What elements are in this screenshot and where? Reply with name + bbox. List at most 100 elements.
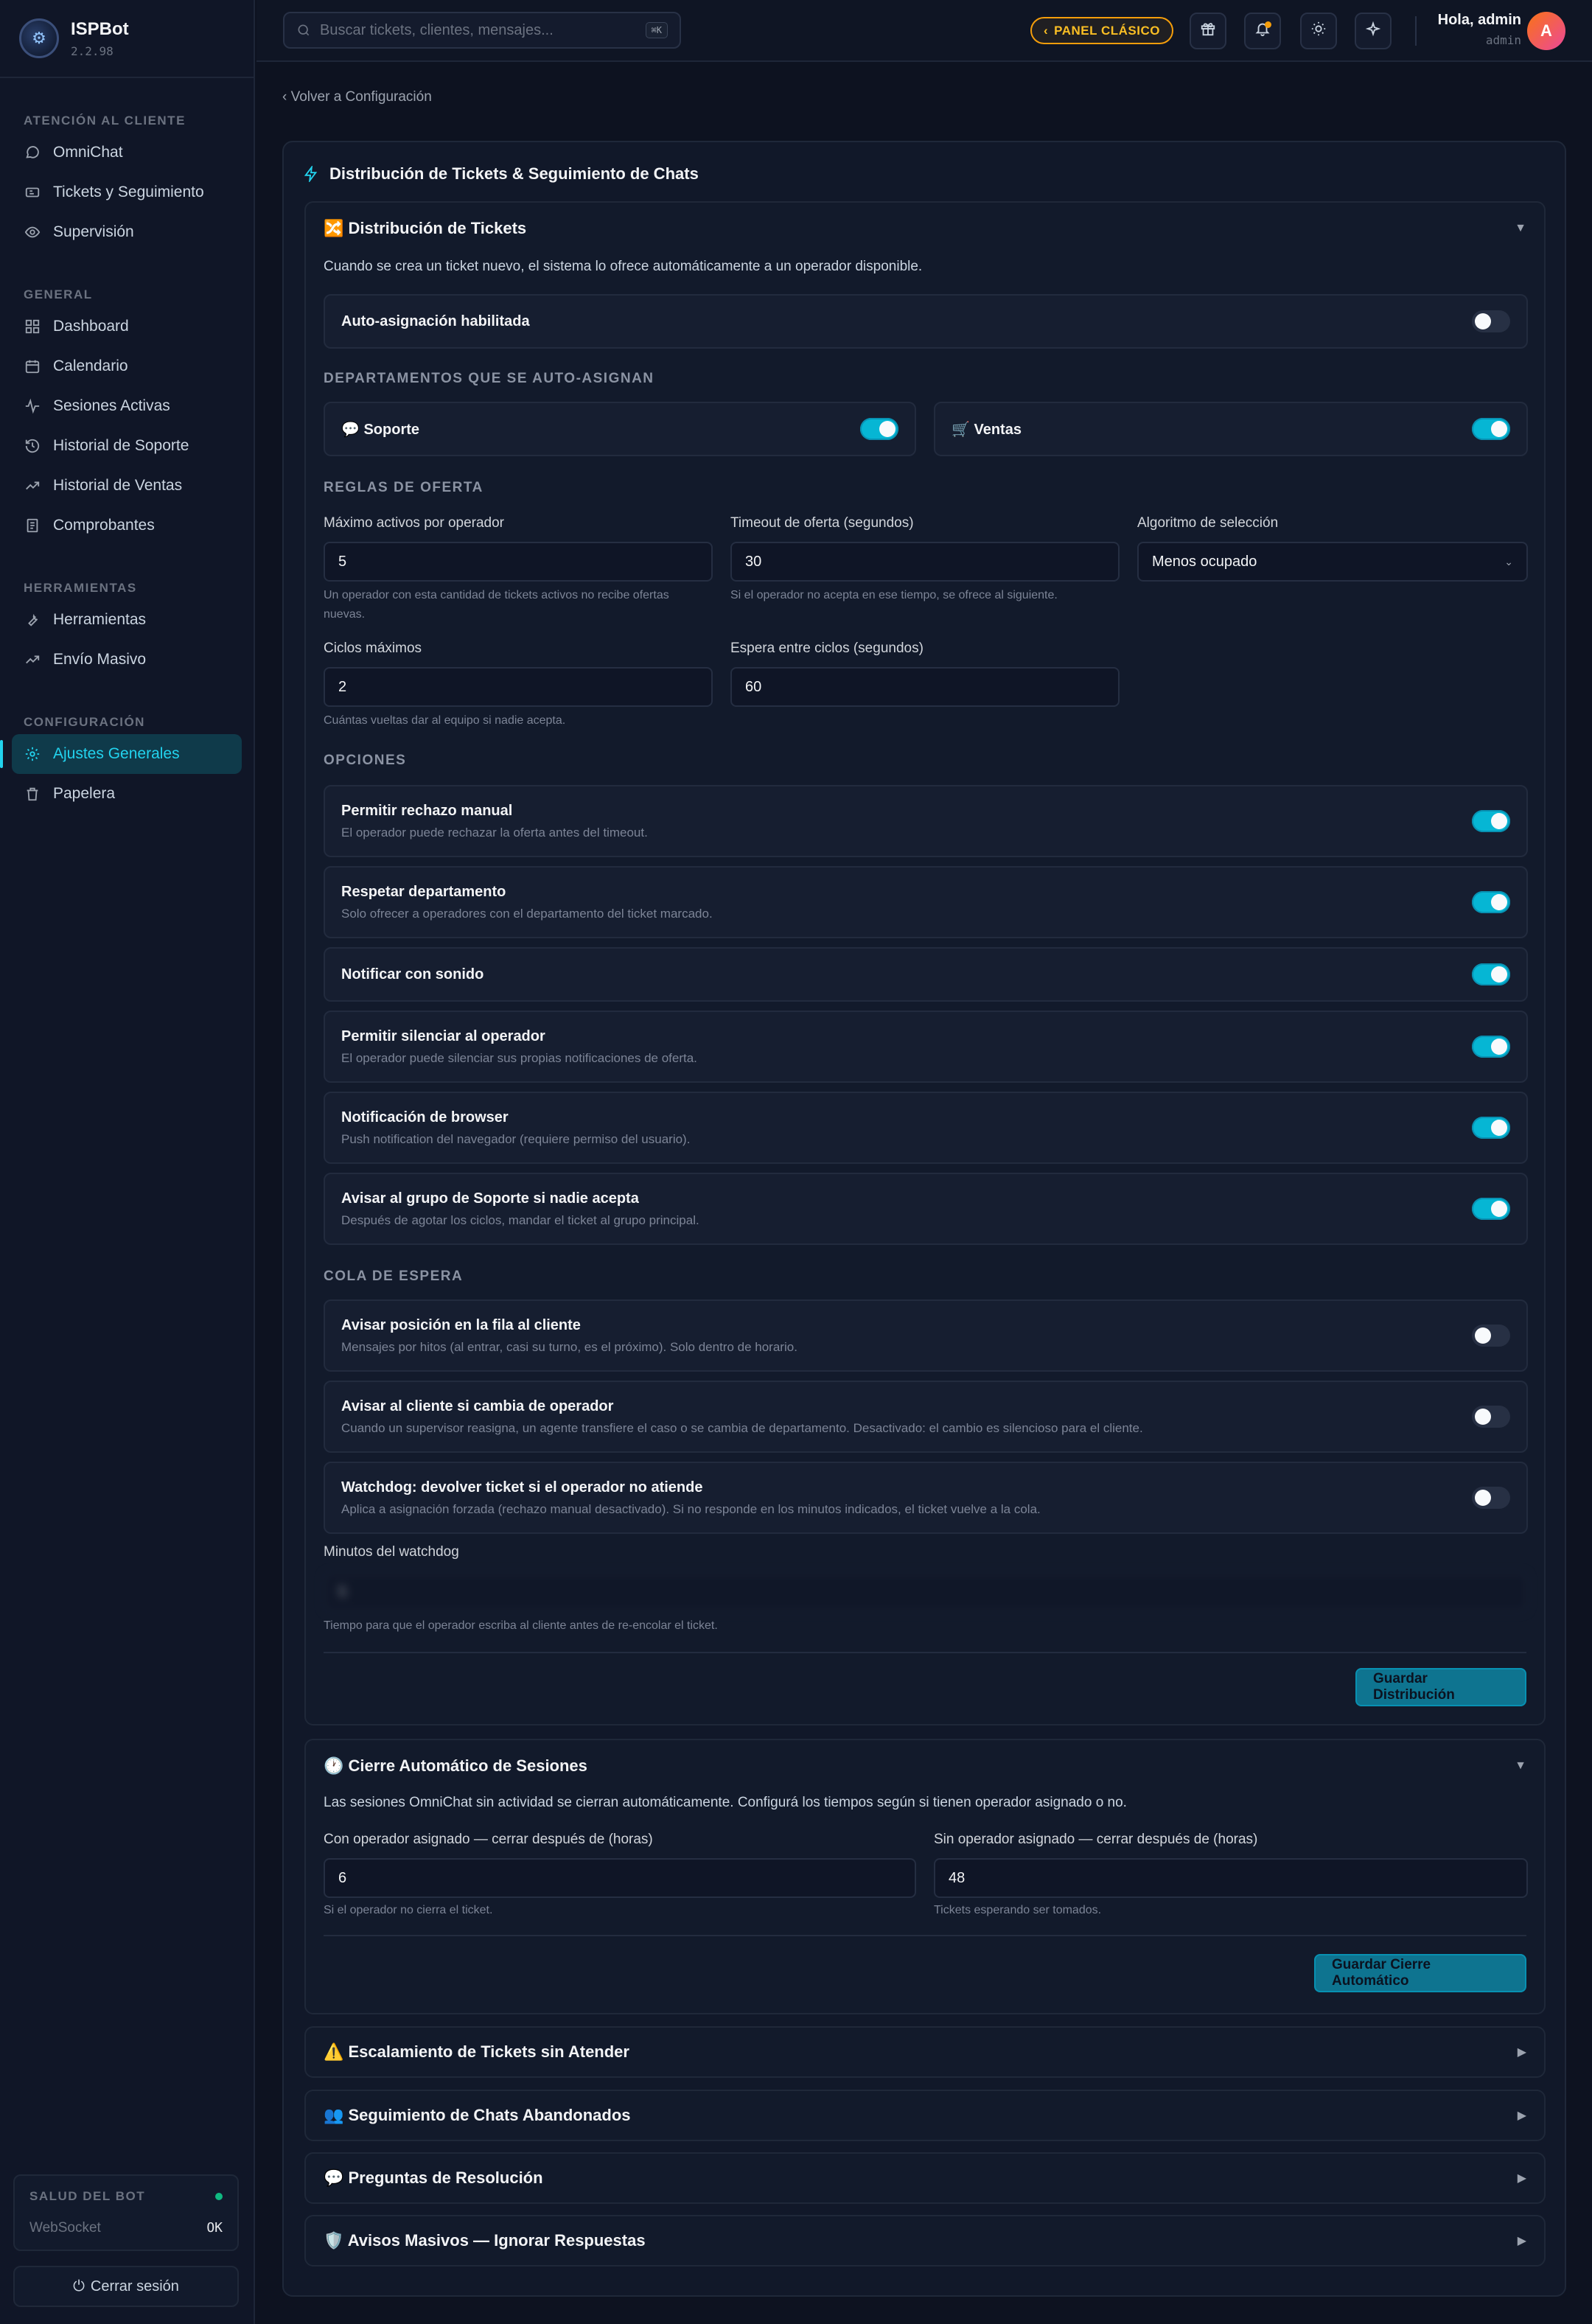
notifications-button[interactable] <box>1244 13 1281 49</box>
queue-position-toggle[interactable] <box>1472 1325 1510 1347</box>
user-role: admin <box>1485 33 1521 47</box>
sidebar-item-calendar[interactable]: Calendario <box>12 346 242 386</box>
sidebar-item-label: Tickets y Seguimiento <box>53 184 204 200</box>
cycle-wait-label: Espera entre ciclos (segundos) <box>730 641 924 656</box>
auto-close-section: 🕐 Cierre Automático de Sesiones ▼ Las se… <box>304 1739 1546 2014</box>
department-support-toggle[interactable] <box>860 418 898 440</box>
caret-right-icon: ▶ <box>1517 2235 1526 2247</box>
bot-health-panel: SALUD DEL BOT WebSocket OK <box>13 2174 239 2251</box>
sidebar-item-label: Envío Masivo <box>53 651 147 668</box>
sidebar-item-sales-history[interactable]: Historial de Ventas <box>12 466 242 506</box>
sidebar-item-supervision[interactable]: Supervisión <box>12 212 242 252</box>
ai-button[interactable] <box>1355 13 1392 49</box>
caret-right-icon: ▶ <box>1517 2110 1526 2122</box>
robot-logo-icon: ⚙ <box>19 18 59 58</box>
with-operator-hours-input[interactable]: 6 <box>324 1858 916 1898</box>
sidebar-item-label: Historial de Soporte <box>53 437 189 454</box>
search-shortcut: ⌘K <box>645 22 668 38</box>
sun-icon <box>1310 21 1327 41</box>
auto-assign-toggle[interactable] <box>1472 310 1510 332</box>
option-notify-support-group-toggle[interactable] <box>1472 1198 1510 1220</box>
back-to-settings-link[interactable]: ‹ Volver a Configuración <box>282 89 432 105</box>
activity-icon <box>24 397 41 415</box>
resolution-questions-section[interactable]: 💬 Preguntas de Resolución ▶ <box>304 2152 1546 2204</box>
user-info[interactable]: Hola, admin admin <box>1438 12 1521 47</box>
max-cycles-label: Ciclos máximos <box>324 641 422 656</box>
sidebar-item-general-settings[interactable]: Ajustes Generales <box>0 734 242 774</box>
sidebar-item-tickets[interactable]: Tickets y Seguimiento <box>12 172 242 212</box>
caret-down-icon: ▼ <box>1515 222 1526 234</box>
card-title: Distribución de Tickets & Seguimiento de… <box>303 164 699 184</box>
sidebar: ⚙ ISPBot 2.2.98 ATENCIÓN AL CLIENTE Omni… <box>0 0 255 2324</box>
queue-label: Watchdog: devolver ticket si el operador… <box>341 1479 703 1496</box>
max-active-input[interactable]: 5 <box>324 542 713 582</box>
health-title: SALUD DEL BOT <box>29 2189 146 2203</box>
logout-button[interactable]: ⏻ Cerrar sesión <box>13 2266 239 2307</box>
nav-general: GENERAL Dashboard Calendario Sesiones Ac… <box>0 273 254 545</box>
abandoned-chats-section[interactable]: 👥 Seguimiento de Chats Abandonados ▶ <box>304 2090 1546 2141</box>
department-support-label: 💬 Soporte <box>341 421 420 438</box>
brand[interactable]: ⚙ ISPBot 2.2.98 <box>0 0 254 78</box>
gift-button[interactable] <box>1190 13 1226 49</box>
sidebar-item-label: Herramientas <box>53 611 147 628</box>
option-browser-notification-row: Notificación de browser Push notificatio… <box>324 1092 1528 1164</box>
option-respect-department-row: Respetar departamento Solo ofrecer a ope… <box>324 866 1528 938</box>
queue-help: Aplica a asignación forzada (rechazo man… <box>341 1501 1041 1516</box>
option-silence-toggle[interactable] <box>1472 1036 1510 1058</box>
timeout-input[interactable]: 30 <box>730 542 1120 582</box>
search-input[interactable]: Buscar tickets, clientes, mensajes... ⌘K <box>283 12 681 49</box>
option-browser-notification-toggle[interactable] <box>1472 1117 1510 1139</box>
option-label: Respetar departamento <box>341 883 506 900</box>
sidebar-item-support-history[interactable]: Historial de Soporte <box>12 426 242 466</box>
escalation-section[interactable]: ⚠️ Escalamiento de Tickets sin Atender ▶ <box>304 2026 1546 2078</box>
distribution-section-header[interactable]: 🔀 Distribución de Tickets ▼ <box>324 204 1526 253</box>
section-divider <box>324 1652 1526 1653</box>
sidebar-item-omnichat[interactable]: OmniChat <box>12 133 242 172</box>
save-auto-close-button[interactable]: Guardar Cierre Automático <box>1314 1954 1526 1992</box>
gift-icon <box>1200 21 1216 41</box>
sidebar-item-mass-send[interactable]: Envío Masivo <box>12 640 242 680</box>
auto-close-section-header[interactable]: 🕐 Cierre Automático de Sesiones ▼ <box>324 1742 1526 1790</box>
sidebar-item-dashboard[interactable]: Dashboard <box>12 307 242 346</box>
caret-right-icon: ▶ <box>1517 2172 1526 2185</box>
algorithm-value: Menos ocupado <box>1152 553 1257 570</box>
option-sound-toggle[interactable] <box>1472 963 1510 985</box>
brand-version: 2.2.98 <box>71 43 114 58</box>
sparkle-icon <box>1365 21 1381 41</box>
queue-heading: COLA DE ESPERA <box>324 1269 464 1284</box>
lightning-icon <box>303 166 319 182</box>
theme-toggle-button[interactable] <box>1300 13 1337 49</box>
queue-help: Mensajes por hitos (al entrar, casi su t… <box>341 1339 797 1354</box>
option-respect-department-toggle[interactable] <box>1472 891 1510 913</box>
calendar-icon <box>24 357 41 375</box>
sidebar-item-receipts[interactable]: Comprobantes <box>12 506 242 545</box>
mass-notices-section[interactable]: 🛡️ Avisos Masivos — Ignorar Respuestas ▶ <box>304 2215 1546 2267</box>
eye-icon <box>24 223 41 241</box>
cycle-wait-input[interactable]: 60 <box>730 667 1120 707</box>
chevron-down-icon: ⌄ <box>1504 555 1513 568</box>
card-title-text: Distribución de Tickets & Seguimiento de… <box>329 164 699 183</box>
department-sales-toggle[interactable] <box>1472 418 1510 440</box>
nav-heading: CONFIGURACIÓN <box>24 715 145 729</box>
options-heading: OPCIONES <box>324 753 407 768</box>
option-label: Permitir silenciar al operador <box>341 1027 545 1044</box>
nav-heading: HERRAMIENTAS <box>24 581 137 595</box>
sidebar-item-trash[interactable]: Papelera <box>12 774 242 814</box>
queue-position-row: Avisar posición en la fila al cliente Me… <box>324 1299 1528 1372</box>
save-distribution-button[interactable]: Guardar Distribución <box>1355 1668 1526 1706</box>
health-value: OK <box>206 2220 223 2236</box>
queue-watchdog-toggle[interactable] <box>1472 1487 1510 1509</box>
sidebar-item-tools[interactable]: Herramientas <box>12 600 242 640</box>
avatar[interactable]: A <box>1527 12 1565 50</box>
sidebar-item-active-sessions[interactable]: Sesiones Activas <box>12 386 242 426</box>
max-active-help: Un operador con esta cantidad de tickets… <box>324 589 669 621</box>
option-manual-reject-toggle[interactable] <box>1472 810 1510 832</box>
option-label: Notificación de browser <box>341 1109 509 1126</box>
classic-panel-button[interactable]: ‹ PANEL CLÁSICO <box>1030 17 1173 44</box>
queue-operator-change-row: Avisar al cliente si cambia de operador … <box>324 1381 1528 1453</box>
without-operator-help: Tickets esperando ser tomados. <box>934 1904 1102 1916</box>
max-cycles-input[interactable]: 2 <box>324 667 713 707</box>
algorithm-select[interactable]: Menos ocupado ⌄ <box>1137 542 1528 582</box>
queue-operator-change-toggle[interactable] <box>1472 1406 1510 1428</box>
without-operator-hours-input[interactable]: 48 <box>934 1858 1528 1898</box>
